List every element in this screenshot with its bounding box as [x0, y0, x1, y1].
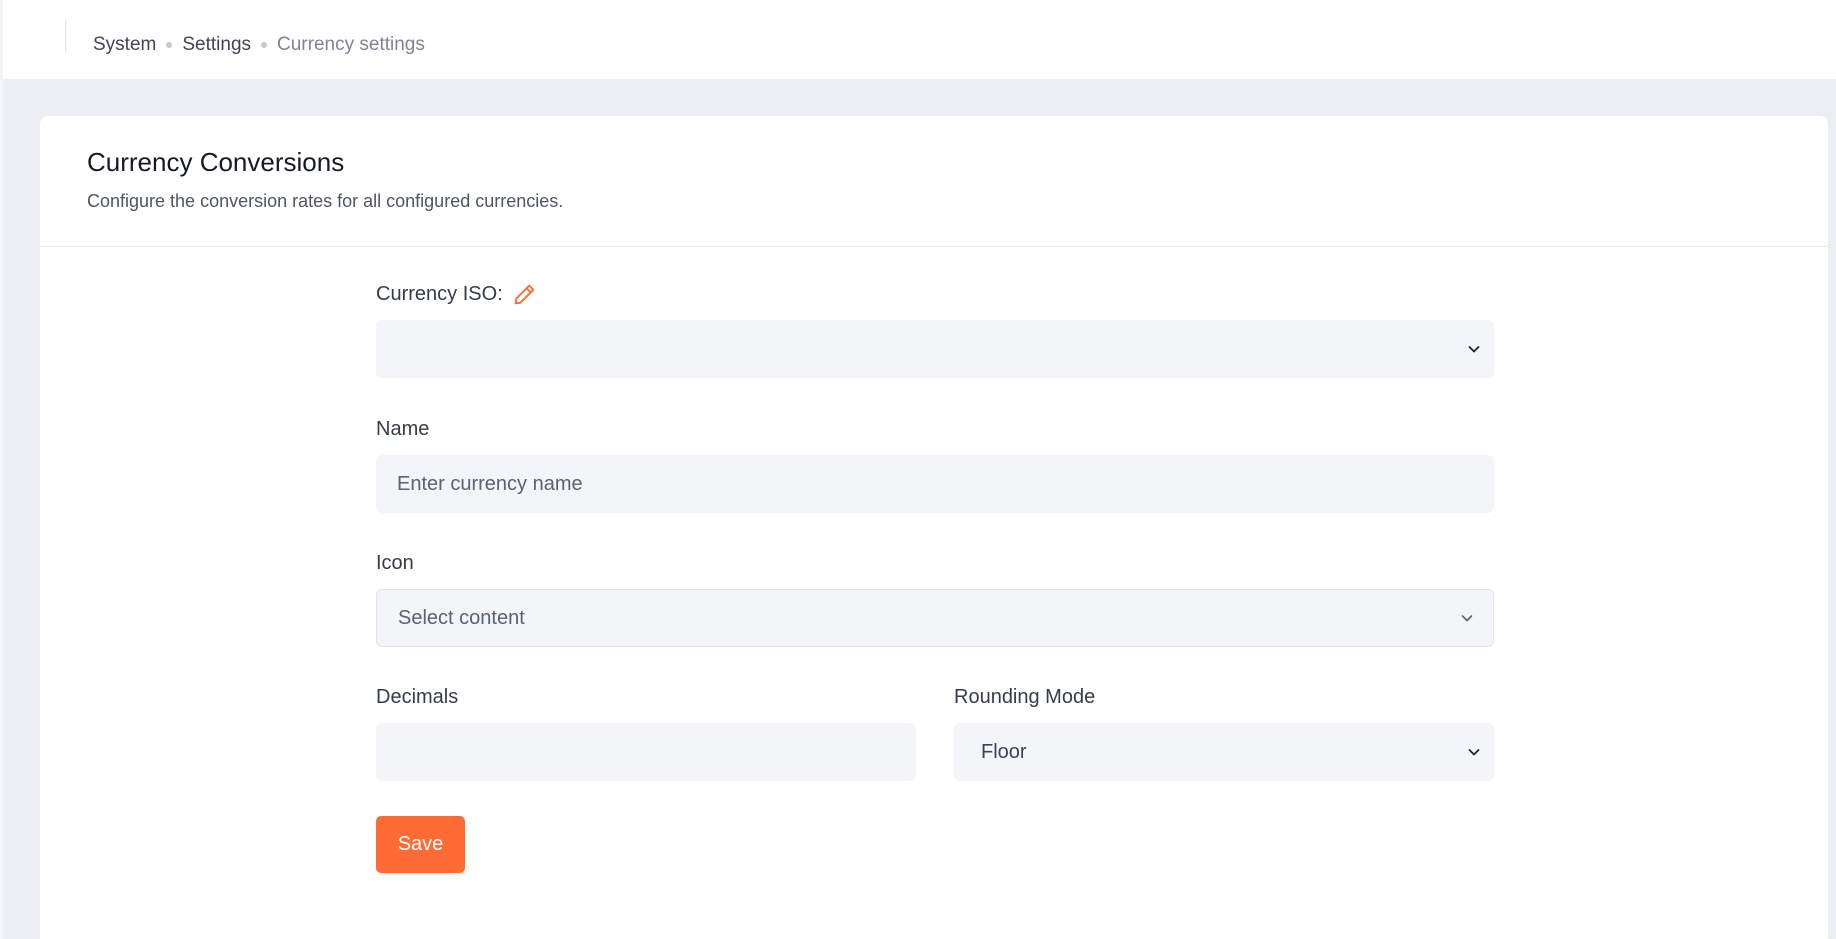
- page-subtitle: Configure the conversion rates for all c…: [87, 191, 564, 211]
- name-group: Name Enter currency name: [376, 416, 1494, 513]
- currency-iso-group: Currency ISO:: [376, 281, 1494, 378]
- card-header: Currency Conversions Configure the conve…: [40, 116, 1828, 247]
- page: System Settings Currency settings Curren…: [0, 0, 1836, 939]
- chevron-down-icon: [1468, 749, 1480, 756]
- rounding-mode-select[interactable]: Floor: [954, 723, 1494, 781]
- icon-select[interactable]: Select content: [376, 589, 1494, 647]
- breadcrumb-separator: [166, 42, 173, 48]
- name-label: Name: [376, 417, 430, 440]
- currency-conversions-card: Currency Conversions Configure the conve…: [40, 116, 1828, 939]
- breadcrumb-item-currency-settings: Currency settings: [277, 34, 425, 55]
- breadcrumb-item-settings[interactable]: Settings: [182, 34, 251, 56]
- name-input-placeholder: Enter currency name: [397, 472, 583, 495]
- decimals-group: Decimals: [376, 684, 916, 781]
- chevron-down-icon: [1468, 346, 1480, 353]
- breadcrumb-separator: [261, 42, 268, 48]
- rounding-mode-value: Floor: [981, 740, 1027, 763]
- top-bar-divider: [65, 20, 66, 52]
- rounding-mode-label: Rounding Mode: [954, 685, 1096, 708]
- currency-iso-label: Currency ISO:: [376, 282, 503, 305]
- name-input[interactable]: Enter currency name: [376, 455, 1494, 513]
- decimals-label: Decimals: [376, 685, 459, 708]
- page-title: Currency Conversions: [87, 147, 345, 177]
- currency-iso-select[interactable]: [376, 320, 1494, 378]
- breadcrumb-item-system[interactable]: System: [93, 34, 156, 56]
- currency-iso-label-row: Currency ISO:: [376, 281, 1494, 307]
- rounding-mode-group: Rounding Mode Floor: [954, 684, 1494, 781]
- breadcrumb: System Settings Currency settings: [93, 34, 425, 56]
- icon-select-placeholder: Select content: [398, 606, 525, 629]
- icon-group: Icon Select content: [376, 550, 1494, 647]
- top-bar: System Settings Currency settings: [3, 0, 1836, 79]
- currency-form: Currency ISO: Name Enter currency name I…: [376, 247, 1494, 873]
- decimals-rounding-row: Decimals Rounding Mode Floor: [376, 684, 1494, 781]
- decimals-input[interactable]: [376, 723, 916, 781]
- pencil-icon[interactable]: [512, 282, 537, 307]
- save-button[interactable]: Save: [376, 816, 465, 873]
- icon-label: Icon: [376, 551, 414, 574]
- chevron-down-icon: [1461, 615, 1473, 622]
